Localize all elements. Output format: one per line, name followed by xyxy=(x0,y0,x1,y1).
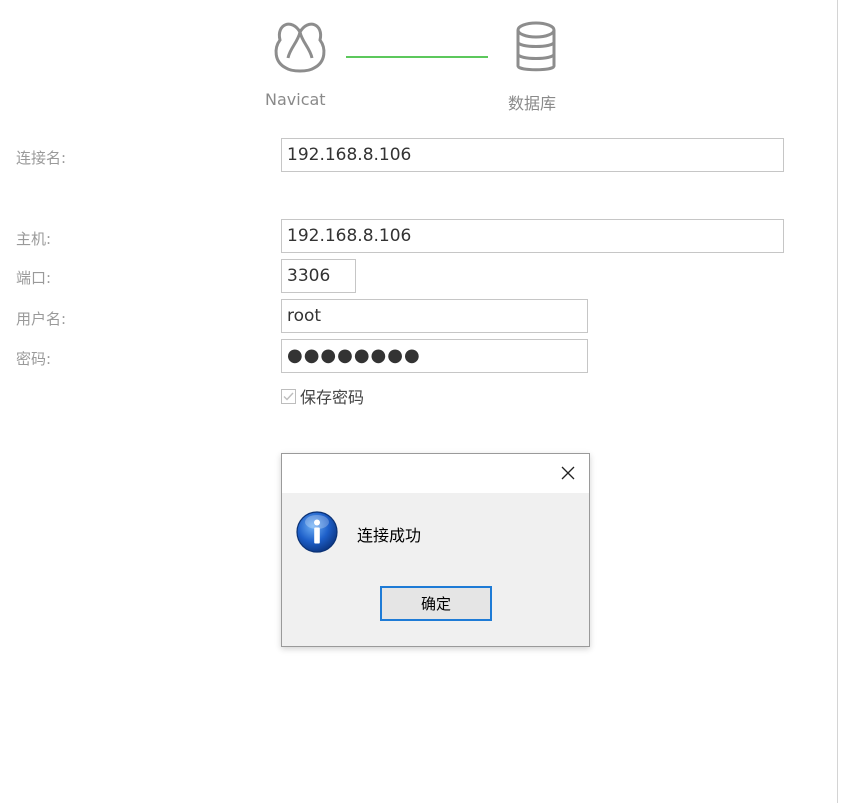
info-icon xyxy=(296,511,338,553)
connection-success-dialog: 连接成功 确定 xyxy=(281,453,590,647)
close-icon[interactable] xyxy=(559,464,577,482)
database-step-label: 数据库 xyxy=(508,94,557,113)
save-password-checkbox[interactable] xyxy=(281,388,296,404)
connection-name-label: 连接名: xyxy=(16,149,67,167)
dialog-titlebar xyxy=(282,454,589,493)
password-input[interactable]: ●●●●●●●● xyxy=(281,339,588,373)
database-icon xyxy=(516,21,556,72)
port-label: 端口: xyxy=(16,269,52,287)
checkmark-icon xyxy=(283,392,294,401)
username-input[interactable]: root xyxy=(281,299,588,333)
ok-button[interactable]: 确定 xyxy=(380,586,492,621)
host-label: 主机: xyxy=(16,230,52,248)
ok-button-label: 确定 xyxy=(420,595,451,613)
save-password-row[interactable]: 保存密码 xyxy=(281,386,365,407)
connection-dialog-panel: Navicat 数据库 连接名: 192.168.8.106 主机: 192.1… xyxy=(0,0,838,803)
password-label: 密码: xyxy=(16,350,52,368)
port-input[interactable]: 3306 xyxy=(281,259,356,293)
dialog-message: 连接成功 xyxy=(357,526,422,545)
save-password-label: 保存密码 xyxy=(300,388,365,407)
navicat-logo-icon xyxy=(274,22,326,73)
dialog-body: 连接成功 确定 xyxy=(282,493,589,646)
username-label: 用户名: xyxy=(16,310,67,328)
host-input[interactable]: 192.168.8.106 xyxy=(281,219,784,253)
navicat-step-label: Navicat xyxy=(265,90,326,109)
progress-connector-line xyxy=(346,56,488,58)
connection-name-input[interactable]: 192.168.8.106 xyxy=(281,138,784,172)
